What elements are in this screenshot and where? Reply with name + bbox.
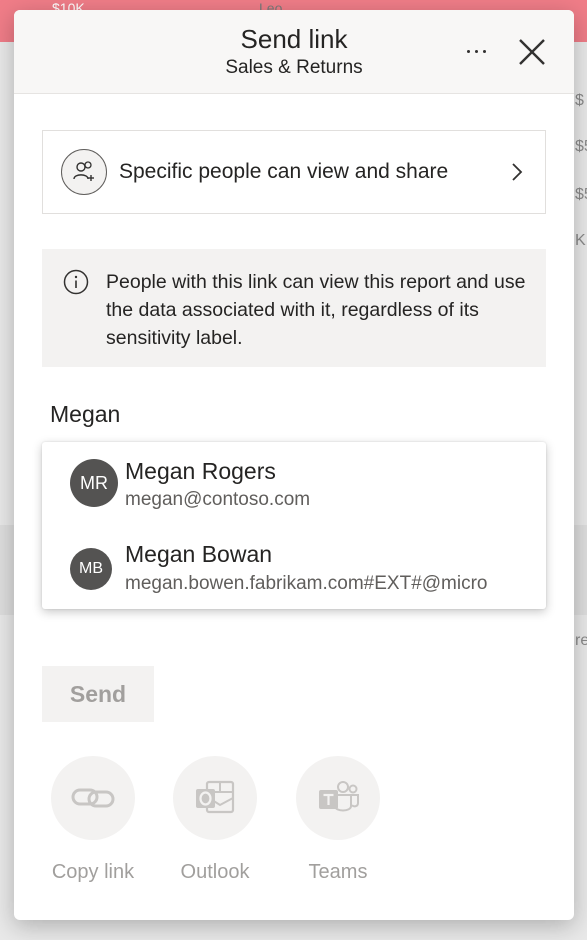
avatar: MB (70, 548, 112, 590)
info-message: People with this link can view this repo… (42, 249, 546, 367)
info-icon (63, 269, 89, 295)
copy-link-button[interactable] (51, 756, 135, 840)
ellipsis-icon (474, 49, 478, 53)
dialog-header: Send link Sales & Returns (14, 10, 574, 94)
background-edge-text: $5 (575, 186, 587, 203)
link-permission-selector[interactable]: Specific people can view and share (42, 130, 546, 214)
chevron-right-icon (512, 163, 523, 181)
copy-link-option[interactable]: Copy link (43, 756, 143, 884)
send-button[interactable]: Send (42, 666, 154, 722)
suggestion-item[interactable]: MB Megan Bowan megan.bowen.fabrikam.com#… (42, 526, 546, 610)
ellipsis-icon (466, 49, 470, 53)
outlook-option[interactable]: Outlook (165, 756, 265, 884)
outlook-button[interactable] (173, 756, 257, 840)
suggestion-item[interactable]: MR Megan Rogers megan@contoso.com (42, 442, 546, 526)
outlook-icon (196, 780, 235, 814)
teams-button[interactable] (296, 756, 380, 840)
suggestion-name: Megan Bowan (125, 541, 273, 567)
copy-link-label: Copy link (51, 861, 135, 883)
close-button[interactable] (512, 32, 552, 72)
background-edge-text: re (575, 632, 587, 649)
teams-label: Teams (308, 861, 368, 883)
people-search-input[interactable] (42, 396, 152, 432)
ellipsis-icon (482, 49, 486, 53)
suggestion-email: megan.bowen.fabrikam.com#EXT#@micro (125, 573, 488, 594)
link-icon (71, 788, 115, 808)
teams-option[interactable]: Teams (288, 756, 388, 884)
permission-label: Specific people can view and share (119, 160, 449, 183)
background-edge-text: $5 (575, 138, 587, 155)
suggestion-email: megan@contoso.com (125, 489, 311, 510)
avatar: MR (70, 459, 118, 507)
send-link-dialog: Send link Sales & Returns Specific peopl… (14, 10, 574, 920)
people-suggestions-dropdown: MR Megan Rogers megan@contoso.com MB Meg… (42, 442, 546, 609)
suggestion-name: Megan Rogers (125, 458, 276, 484)
teams-icon (319, 781, 359, 812)
people-icon (61, 149, 107, 195)
background-edge-text: $ (575, 92, 584, 109)
background-edge-text: K (575, 232, 586, 249)
info-text: People with this link can view this repo… (106, 271, 526, 349)
outlook-label: Outlook (180, 861, 250, 883)
more-options-button[interactable] (456, 36, 496, 66)
close-icon (519, 39, 545, 65)
